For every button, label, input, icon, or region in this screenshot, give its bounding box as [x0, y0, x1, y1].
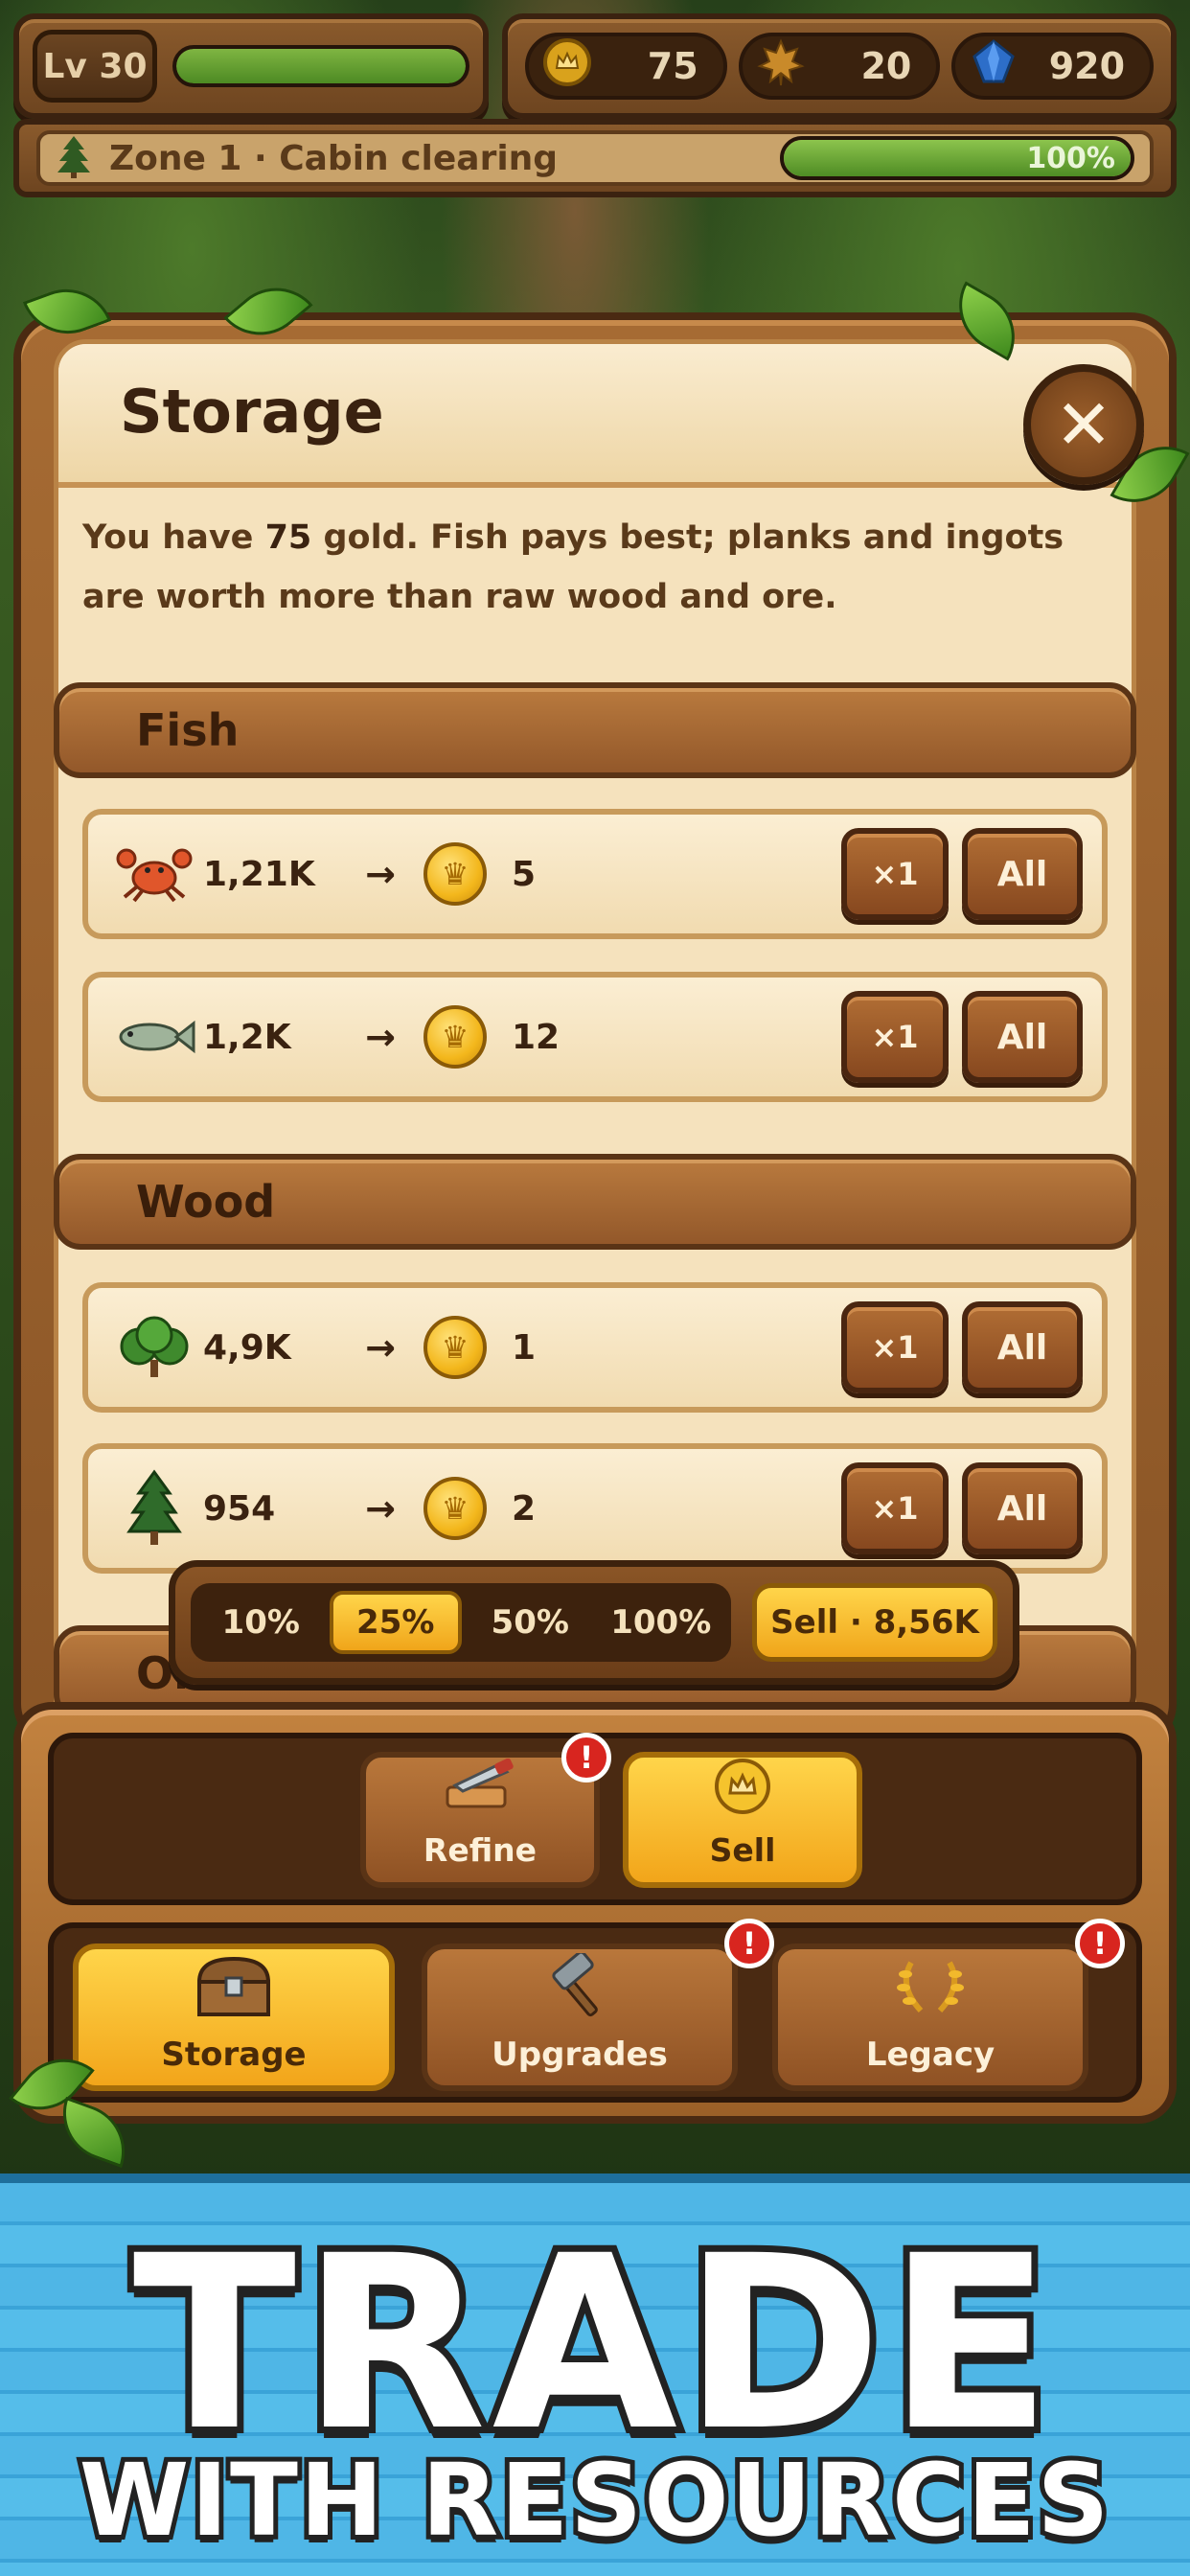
subtab-bar: Refine ! Sell	[48, 1733, 1142, 1905]
arrow-icon: →	[365, 1326, 396, 1368]
fish-icon	[113, 996, 195, 1078]
top-hud: Lv 30 75 20 920	[13, 13, 1177, 119]
section-header-fish: Fish	[54, 682, 1136, 778]
resource-row-crab: 1,21K → ♛ 5 ×1 All	[82, 809, 1108, 939]
zone-progress-bar: 100%	[780, 136, 1134, 180]
panel-title: Storage	[120, 377, 384, 447]
gold-coin-icon: ♛	[423, 1477, 487, 1540]
intro-prefix: You have	[82, 518, 265, 557]
gold-counter[interactable]: 75	[525, 33, 727, 100]
subtab-refine[interactable]: Refine	[360, 1752, 600, 1888]
resource-amount: 4,9K	[203, 1327, 291, 1368]
tab-label: Legacy	[865, 2036, 995, 2074]
percent-option-100[interactable]: 100%	[599, 1591, 724, 1654]
level-badge: Lv 30	[33, 30, 157, 103]
sell-one-button[interactable]: ×1	[841, 1301, 949, 1393]
tab-storage[interactable]: Storage	[73, 1944, 395, 2091]
gold-coin-icon: ♛	[423, 1005, 487, 1069]
section-title: Wood	[136, 1176, 276, 1228]
gold-price: 2	[512, 1488, 537, 1529]
tab-label: Upgrades	[492, 2036, 668, 2074]
close-button[interactable]: ✕	[1023, 364, 1144, 485]
resource-row-bush: 4,9K → ♛ 1 ×1 All	[82, 1282, 1108, 1413]
tab-legacy[interactable]: Legacy	[772, 1944, 1088, 2091]
percent-option-25[interactable]: 25%	[329, 1591, 462, 1654]
gold-price: 12	[512, 1017, 561, 1057]
refine-alert-badge: !	[561, 1733, 611, 1782]
sell-all-button[interactable]: All	[962, 991, 1083, 1083]
arrow-icon: →	[365, 1487, 396, 1530]
sell-one-button[interactable]: ×1	[841, 991, 949, 1083]
legacy-alert-badge: !	[1075, 1919, 1125, 1968]
section-title: Fish	[136, 704, 240, 756]
percent-option-50[interactable]: 50%	[468, 1591, 593, 1654]
leaf-amount: 20	[860, 45, 912, 87]
gold-amount: 75	[647, 45, 698, 87]
tab-upgrades[interactable]: Upgrades	[422, 1944, 738, 2091]
xp-bar	[172, 45, 469, 87]
subtab-label: Refine	[423, 1831, 538, 1869]
bottom-dock: Refine ! Sell Storage Upgrades ! Legacy …	[13, 1702, 1177, 2124]
gem-amount: 920	[1048, 45, 1126, 87]
banner-subheadline: WITH RESOURCES	[75, 2437, 1114, 2564]
upgrades-alert-badge: !	[724, 1919, 774, 1968]
intro-gold: 75	[264, 518, 312, 557]
maple-leaf-icon	[756, 37, 806, 96]
resource-row-pine: 954 → ♛ 2 ×1 All	[82, 1443, 1108, 1574]
blue-gem-icon	[969, 37, 1018, 96]
sell-one-button[interactable]: ×1	[841, 828, 949, 920]
sell-percent-button[interactable]: Sell · 8,56K	[752, 1583, 997, 1662]
hammer-icon	[546, 1950, 613, 2032]
arrow-icon: →	[365, 853, 396, 895]
sell-all-button[interactable]: All	[962, 828, 1083, 920]
pine-tree-icon	[113, 1467, 195, 1550]
zone-bar-panel: Zone 1 · Cabin clearing 100%	[13, 119, 1177, 197]
saw-plank-icon	[442, 1758, 518, 1828]
sell-all-button[interactable]: All	[962, 1462, 1083, 1554]
resource-amount: 954	[203, 1488, 276, 1529]
gem-counter[interactable]: 920	[951, 33, 1155, 100]
currency-panel: 75 20 920	[502, 13, 1177, 119]
crab-icon	[113, 833, 195, 915]
zone-progress-text: 100%	[1026, 141, 1115, 175]
subtab-label: Sell	[709, 1831, 776, 1869]
gold-price: 1	[512, 1327, 537, 1368]
arrow-icon: →	[365, 1016, 396, 1058]
leaf-counter[interactable]: 20	[738, 33, 941, 100]
subtab-sell[interactable]: Sell	[623, 1752, 862, 1888]
laurel-icon	[892, 1953, 969, 2032]
title-strip: Storage	[58, 344, 1132, 488]
zone-info[interactable]: Zone 1 · Cabin clearing 100%	[36, 130, 1154, 186]
zone-name: Zone 1 · Cabin clearing	[109, 138, 559, 178]
gold-coin-icon: ♛	[423, 1316, 487, 1379]
xp-bar-fill	[176, 49, 466, 83]
sell-amount-bar: 10% 25% 50% 100% Sell · 8,56K	[169, 1560, 1019, 1685]
resource-amount: 1,21K	[203, 854, 315, 894]
chest-icon	[194, 1953, 274, 2032]
storage-intro: You have 75 gold. Fish pays best; planks…	[82, 508, 1098, 627]
percent-selector: 10% 25% 50% 100%	[191, 1583, 731, 1662]
tab-label: Storage	[161, 2036, 307, 2074]
sell-all-button[interactable]: All	[962, 1301, 1083, 1393]
percent-option-10[interactable]: 10%	[198, 1591, 324, 1654]
gold-coin-icon	[542, 37, 592, 96]
level-panel: Lv 30	[13, 13, 489, 119]
main-tab-bar: Storage Upgrades ! Legacy !	[48, 1919, 1142, 2103]
sell-one-button[interactable]: ×1	[841, 1462, 949, 1554]
gold-price: 5	[512, 854, 537, 894]
coin-icon	[713, 1757, 772, 1828]
resource-row-fish: 1,2K → ♛ 12 ×1 All	[82, 972, 1108, 1102]
pine-tree-icon	[56, 134, 92, 182]
gold-coin-icon: ♛	[423, 842, 487, 906]
resource-amount: 1,2K	[203, 1017, 291, 1057]
bush-icon	[113, 1306, 195, 1389]
section-header-wood: Wood	[54, 1154, 1136, 1250]
